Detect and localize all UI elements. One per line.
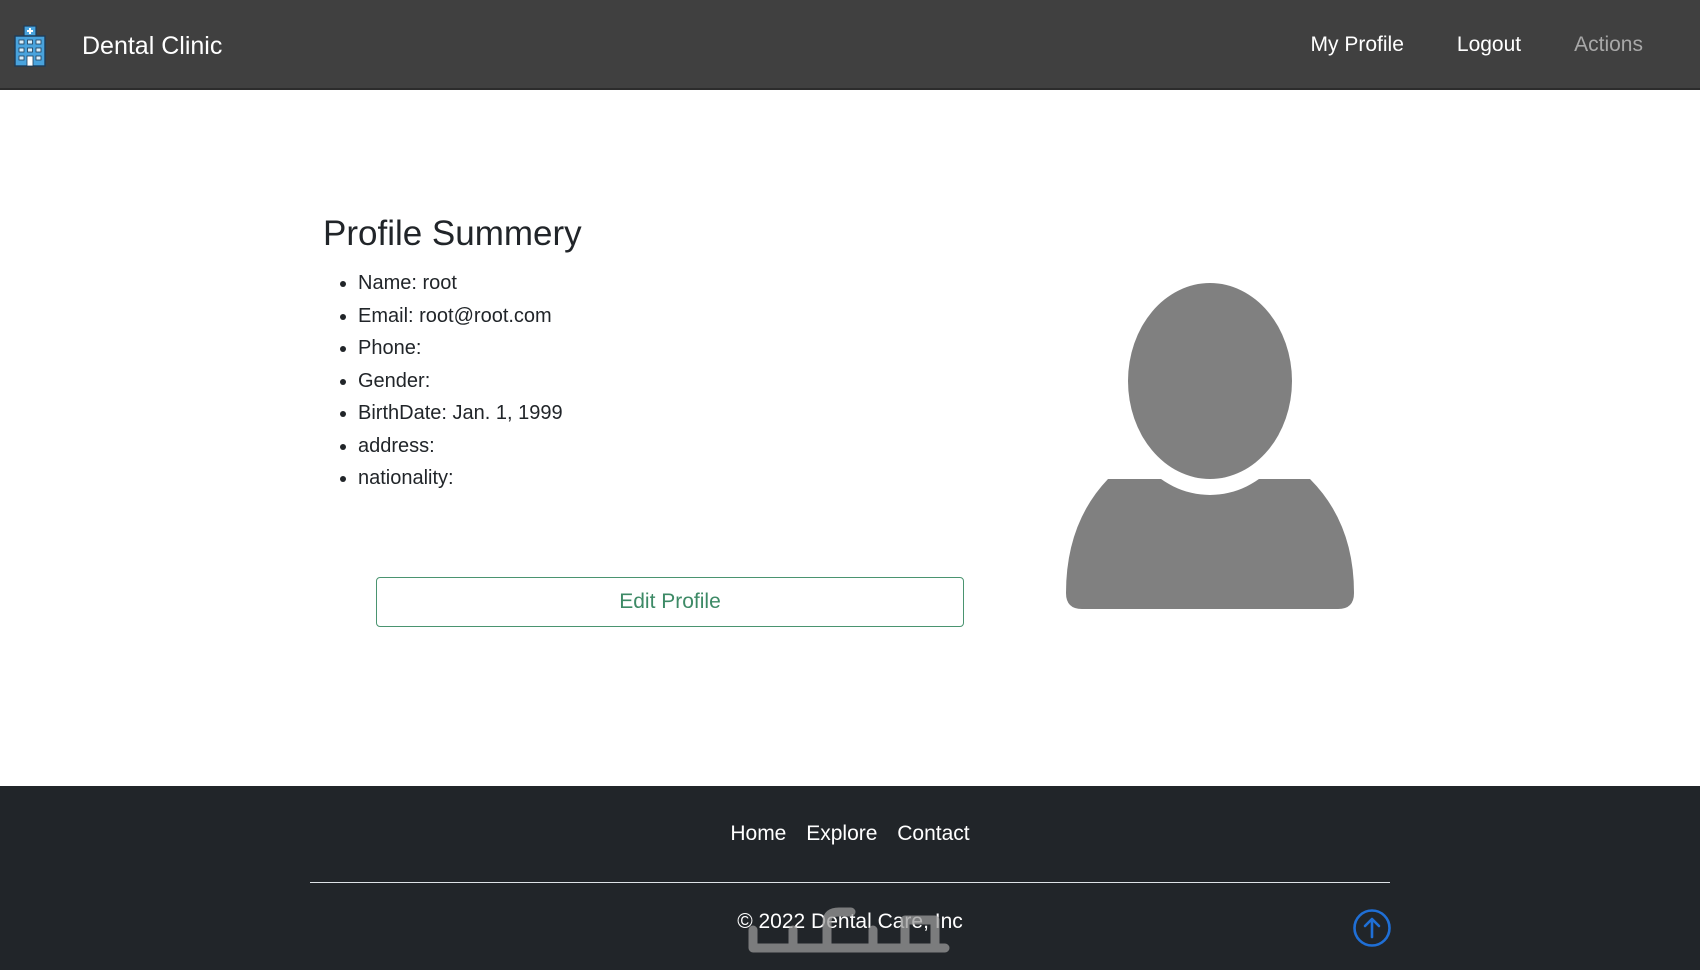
profile-field-name: Name: root [358, 267, 563, 300]
user-silhouette-icon [1066, 283, 1354, 609]
field-label: Email: [358, 304, 414, 327]
profile-field-birthdate: BirthDate: Jan. 1, 1999 [358, 397, 563, 430]
profile-details-list: Name: root Email: root@root.com Phone: G… [336, 267, 563, 495]
field-label: BirthDate: [358, 402, 447, 424]
footer-divider [310, 882, 1390, 883]
nav-links: My Profile Logout Actions [1311, 0, 1700, 90]
field-label: Name: [358, 272, 417, 294]
field-label: nationality: [358, 467, 454, 489]
top-navbar: Dental Clinic My Profile Logout Actions [0, 0, 1700, 90]
nav-my-profile-link[interactable]: My Profile [1311, 33, 1404, 57]
brand-link[interactable]: Dental Clinic [12, 25, 222, 67]
profile-summary-title: Profile Summery [323, 214, 582, 253]
profile-field-address: address: [358, 430, 563, 463]
page-footer: Home Explore Contact © 2022 Dental Care,… [0, 786, 1700, 970]
back-to-top-button[interactable] [1352, 908, 1392, 948]
footer-contact-link[interactable]: Contact [897, 822, 969, 845]
footer-home-link[interactable]: Home [730, 822, 786, 845]
profile-field-gender: Gender: [358, 365, 563, 398]
footer-explore-link[interactable]: Explore [806, 822, 877, 845]
footer-links: Home Explore Contact [0, 822, 1700, 846]
profile-field-phone: Phone: [358, 332, 563, 365]
brand-name: Dental Clinic [82, 32, 223, 60]
nav-actions-dropdown[interactable]: Actions [1574, 33, 1643, 57]
arrow-up-circle-icon [1353, 909, 1391, 947]
hospital-building-icon [14, 25, 46, 67]
field-value: root [422, 272, 457, 294]
field-label: Phone: [358, 337, 422, 359]
profile-field-email: Email: root@root.com [358, 300, 563, 333]
edit-profile-button[interactable]: Edit Profile [376, 577, 964, 627]
profile-field-nationality: nationality: [358, 462, 563, 495]
nav-logout-link[interactable]: Logout [1457, 33, 1521, 57]
field-value: Jan. 1, 1999 [452, 402, 563, 424]
field-label: Gender: [358, 369, 431, 392]
copyright-text: © 2022 Dental Care, Inc [737, 910, 963, 933]
field-label: address: [358, 434, 435, 457]
field-value: root@root.com [419, 304, 552, 327]
